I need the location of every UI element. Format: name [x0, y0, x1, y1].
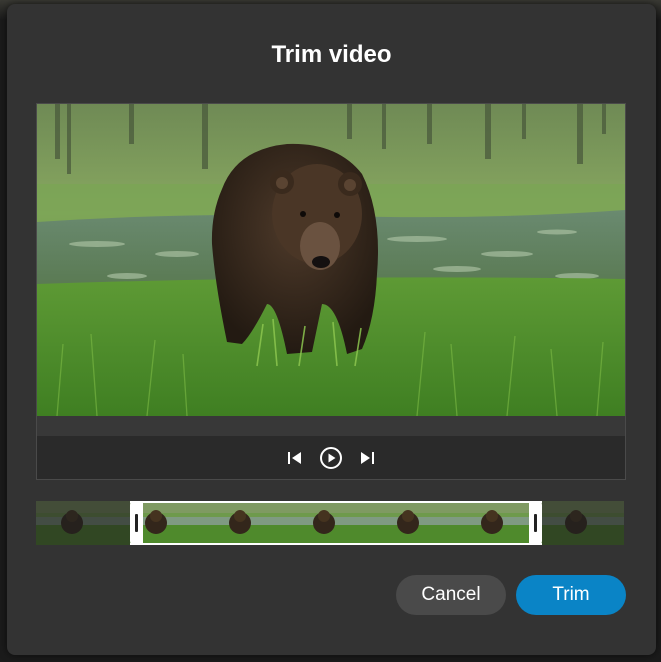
skip-back-button[interactable]	[283, 446, 307, 470]
dialog-title: Trim video	[271, 41, 392, 68]
bear	[211, 143, 378, 367]
video-preview[interactable]	[37, 104, 625, 416]
video-player	[36, 103, 626, 480]
cancel-button[interactable]: Cancel	[396, 575, 506, 615]
playback-controls	[37, 436, 625, 479]
trim-start-handle[interactable]	[130, 501, 144, 545]
skip-back-icon	[288, 452, 301, 464]
trim-button[interactable]: Trim	[516, 575, 626, 615]
trimmed-out-left	[36, 501, 131, 545]
trim-filmstrip[interactable]	[36, 501, 624, 545]
trimmed-out-right	[541, 501, 624, 545]
play-icon	[320, 447, 342, 469]
skip-forward-button[interactable]	[355, 446, 379, 470]
trim-end-handle[interactable]	[528, 501, 542, 545]
grip-icon	[533, 514, 537, 532]
bear-scene-image	[37, 104, 625, 416]
skip-forward-icon	[361, 452, 374, 464]
play-button[interactable]	[319, 446, 343, 470]
trim-selection[interactable]	[130, 501, 542, 545]
trim-video-dialog: Trim video Cancel Trim	[7, 4, 656, 655]
scrub-bar[interactable]	[37, 416, 625, 436]
grip-icon	[135, 514, 139, 532]
